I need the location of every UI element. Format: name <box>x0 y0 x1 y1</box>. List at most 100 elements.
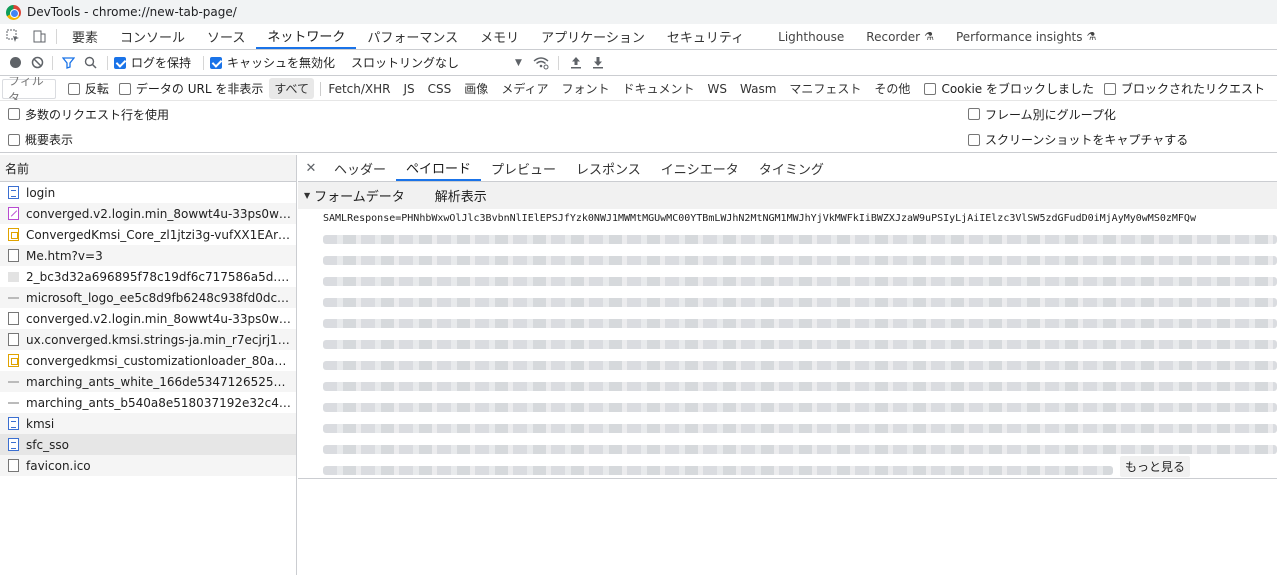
filter-type-fetch-xhr[interactable]: Fetch/XHR <box>323 80 395 98</box>
disable-cache-checkbox[interactable]: キャッシュを無効化 <box>210 54 335 71</box>
request-row[interactable]: convergedkmsi_customizationloader_80a432… <box>0 350 296 371</box>
tab-application[interactable]: アプリケーション <box>530 24 656 49</box>
tab-payload[interactable]: ペイロード <box>396 155 482 181</box>
filter-type-js[interactable]: JS <box>399 80 420 98</box>
file-dash-icon <box>8 296 19 299</box>
network-toolbar: ログを保持 キャッシュを無効化 スロットリングなし ▼ <box>0 50 1277 76</box>
request-row[interactable]: converged.v2.login.min_8owwt4u-33ps0wawi… <box>0 308 296 329</box>
record-button[interactable] <box>4 52 26 74</box>
filter-type-img[interactable]: 画像 <box>459 78 493 99</box>
preserve-log-check[interactable] <box>114 56 126 69</box>
device-toolbar-icon[interactable] <box>26 24 52 49</box>
chrome-logo-icon <box>6 4 21 20</box>
tab-security[interactable]: セキュリティ <box>656 24 755 49</box>
redacted-text-bar <box>323 340 1277 349</box>
filter-icon <box>61 57 75 69</box>
filter-type-font[interactable]: フォント <box>556 78 614 99</box>
invert-checkbox[interactable]: 反転 <box>67 80 109 97</box>
request-row[interactable]: login <box>0 182 296 203</box>
request-row[interactable]: converged.v2.login.min_8owwt4u-33ps0wawi… <box>0 203 296 224</box>
blocked-cookies-check[interactable] <box>924 82 937 95</box>
tab-initiator[interactable]: イニシエータ <box>651 155 749 181</box>
file-doc-icon <box>8 417 19 430</box>
tab-sources[interactable]: ソース <box>196 24 256 49</box>
close-icon[interactable]: ✕ <box>298 155 324 181</box>
file-image-icon <box>8 271 19 282</box>
filter-type-doc[interactable]: ドキュメント <box>618 78 700 99</box>
disable-cache-check[interactable] <box>210 56 223 69</box>
filter-type-manifest[interactable]: マニフェスト <box>784 78 866 99</box>
file-doc-icon <box>8 186 19 199</box>
filter-input[interactable]: フィルタ <box>2 77 56 100</box>
request-row[interactable]: 2_bc3d32a696895f78c19df6c717586a5d.svg <box>0 266 296 287</box>
view-parsed-button[interactable]: 解析表示 <box>435 186 487 205</box>
request-row[interactable]: ConvergedKmsi_Core_zl1jtzi3g-vufXX1EArTB… <box>0 224 296 245</box>
group-by-frame-checkbox[interactable]: フレーム別にグループ化 <box>968 106 1116 123</box>
redacted-text-bar <box>323 298 1277 307</box>
blocked-cookies-checkbox[interactable]: Cookie をブロックしました <box>924 80 1094 97</box>
filter-type-all[interactable]: すべて <box>269 78 315 99</box>
capture-screenshots-check[interactable] <box>968 133 980 146</box>
tab-memory[interactable]: メモリ <box>469 24 530 49</box>
show-more-button[interactable]: もっと見る <box>1120 456 1191 477</box>
form-data-section-header[interactable]: ▼ フォームデータ 解析表示 <box>298 182 1277 209</box>
request-row[interactable]: kmsi <box>0 413 296 434</box>
preserve-log-checkbox[interactable]: ログを保持 <box>114 54 191 71</box>
form-data-content: SAMLResponse=PHNhbWxwOlJlc3BvbnNlIElEPSJ… <box>298 209 1277 479</box>
overview-label: 概要表示 <box>25 133 74 147</box>
tab-timing[interactable]: タイミング <box>749 155 834 181</box>
file-doc-icon <box>8 438 19 451</box>
tab-console[interactable]: コンソール <box>109 24 196 49</box>
filter-type-wasm[interactable]: Wasm <box>735 80 781 98</box>
hide-data-urls-checkbox[interactable]: データの URL を非表示 <box>118 80 263 97</box>
filter-type-css[interactable]: CSS <box>423 80 457 98</box>
tab-recorder[interactable]: Recorder ⚗ <box>855 24 945 49</box>
tab-headers[interactable]: ヘッダー <box>324 155 396 181</box>
blocked-requests-checkbox[interactable]: ブロックされたリクエスト <box>1103 80 1265 97</box>
request-row[interactable]: sfc_sso <box>0 434 296 455</box>
file-dash-icon <box>8 380 19 383</box>
request-row[interactable]: microsoft_logo_ee5c8d9fb6248c938fd0dc193… <box>0 287 296 308</box>
request-row[interactable]: favicon.ico <box>0 455 296 476</box>
group-by-frame-check[interactable] <box>968 108 980 120</box>
request-row[interactable]: marching_ants_white_166de53471265253ab3a… <box>0 371 296 392</box>
name-column-header[interactable]: 名前 <box>0 155 296 182</box>
tab-performance[interactable]: パフォーマンス <box>356 24 469 49</box>
inspect-element-icon[interactable] <box>0 24 26 49</box>
search-button[interactable] <box>79 52 101 74</box>
devtools-panel-tabs: 要素 コンソール ソース ネットワーク パフォーマンス メモリ アプリケーション… <box>0 24 1277 50</box>
redacted-payload-line <box>323 292 1277 313</box>
throttling-select[interactable]: スロットリングなし ▼ <box>347 54 530 71</box>
big-request-rows-checkbox[interactable]: 多数のリクエスト行を使用 <box>8 106 169 123</box>
capture-screenshots-label: スクリーンショットをキャプチャする <box>985 133 1189 147</box>
network-conditions-button[interactable] <box>530 52 552 74</box>
tab-preview[interactable]: プレビュー <box>481 155 566 181</box>
invert-check[interactable] <box>67 82 80 95</box>
overview-check[interactable] <box>8 133 20 146</box>
redacted-payload-line <box>323 313 1277 334</box>
big-request-rows-label: 多数のリクエスト行を使用 <box>25 107 170 122</box>
tab-lighthouse[interactable]: Lighthouse <box>767 24 855 49</box>
filter-type-ws[interactable]: WS <box>703 80 732 98</box>
overview-checkbox[interactable]: 概要表示 <box>8 131 73 148</box>
big-request-rows-check[interactable] <box>8 108 20 120</box>
clear-button[interactable] <box>26 52 48 74</box>
tab-network[interactable]: ネットワーク <box>256 24 357 49</box>
capture-screenshots-checkbox[interactable]: スクリーンショットをキャプチャする <box>968 131 1188 148</box>
export-har-button[interactable] <box>587 52 609 74</box>
flask-icon: ⚗ <box>924 30 934 43</box>
request-row[interactable]: Me.htm?v=3 <box>0 245 296 266</box>
redacted-payload-line <box>323 418 1277 439</box>
filter-type-other[interactable]: その他 <box>869 78 915 99</box>
filter-toggle-button[interactable] <box>57 52 79 74</box>
request-row[interactable]: ux.converged.kmsi.strings-ja.min_r7ecjrj… <box>0 329 296 350</box>
request-name: microsoft_logo_ee5c8d9fb6248c938fd0dc193… <box>26 290 291 305</box>
tab-response[interactable]: レスポンス <box>566 155 651 181</box>
import-har-button[interactable] <box>565 52 587 74</box>
request-row[interactable]: marching_ants_b540a8e518037192e32c4fe58b… <box>0 392 296 413</box>
blocked-requests-check[interactable] <box>1103 82 1116 95</box>
tab-elements[interactable]: 要素 <box>61 24 109 49</box>
hide-data-urls-check[interactable] <box>118 82 131 95</box>
tab-performance-insights[interactable]: Performance insights ⚗ <box>945 24 1107 49</box>
filter-type-media[interactable]: メディア <box>496 78 553 99</box>
